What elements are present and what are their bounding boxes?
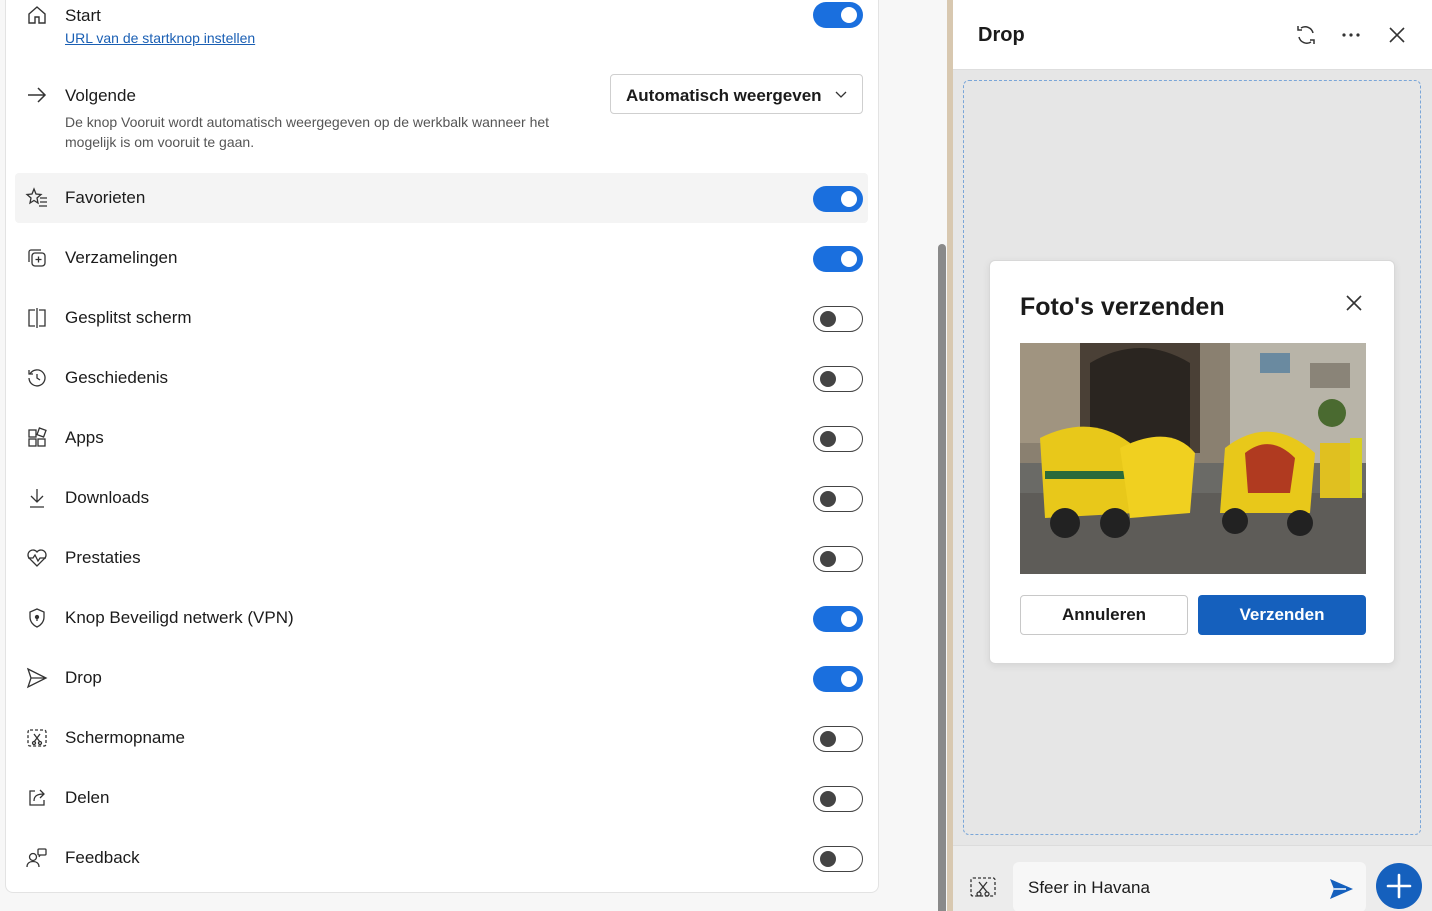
apps-icon (28, 427, 47, 447)
screenshot-icon (27, 729, 47, 747)
setting-label: Knop Beveiligd netwerk (VPN) (65, 608, 294, 627)
setting-label: Downloads (65, 488, 150, 507)
setting-label: Geschiedenis (65, 368, 169, 387)
share-toggle[interactable] (813, 786, 863, 812)
start-toggle[interactable] (813, 2, 863, 28)
setting-next-description: De knop Vooruit wordt automatisch weerge… (65, 114, 550, 150)
setting-apps: Apps (15, 413, 868, 463)
share-icon (29, 789, 45, 806)
setting-label: Delen (65, 788, 110, 807)
performance-toggle[interactable] (813, 546, 863, 572)
setting-label: Schermopname (65, 728, 186, 747)
setting-split-screen: Gesplitst scherm (15, 293, 868, 343)
sync-icon[interactable] (1293, 22, 1319, 48)
setting-performance: Prestaties (15, 533, 868, 583)
screenshot-icon[interactable] (969, 875, 997, 901)
setting-screenshot: Schermopname (15, 713, 868, 763)
setting-start: Start URL van de startknop instellen (15, 0, 868, 55)
setting-downloads: Downloads (15, 473, 868, 523)
setting-label: Drop (65, 668, 102, 687)
drop-panel-title: Drop (978, 24, 1025, 46)
setting-favorites: Favorieten (15, 173, 868, 223)
chevron-down-icon (835, 91, 847, 98)
arrow-right-icon (28, 87, 47, 103)
setting-label: Feedback (65, 848, 140, 867)
cuba-taxi-photo (1020, 343, 1366, 574)
photo-preview (1020, 343, 1366, 574)
screenshot-toggle[interactable] (813, 726, 863, 752)
setting-start-label: Start (65, 6, 101, 25)
setting-next: Volgende De knop Vooruit wordt automatis… (15, 72, 868, 162)
send-icon (26, 667, 48, 689)
close-icon[interactable] (1384, 22, 1410, 48)
collections-icon (28, 249, 46, 267)
setting-label: Favorieten (65, 188, 146, 207)
setting-label: Apps (65, 428, 104, 447)
feedback-icon (26, 848, 47, 868)
message-input[interactable]: Sfeer in Havana (1013, 862, 1366, 911)
favorites-toggle[interactable] (813, 186, 863, 212)
setting-label: Gesplitst scherm (65, 308, 192, 327)
history-toggle[interactable] (813, 366, 863, 392)
vpn-toggle[interactable] (813, 606, 863, 632)
split-screen-toggle[interactable] (813, 306, 863, 332)
download-icon (30, 489, 44, 508)
cancel-button[interactable]: Annuleren (1020, 595, 1188, 635)
setting-label: Prestaties (65, 548, 141, 567)
message-text: Sfeer in Havana (1028, 878, 1150, 897)
setting-history: Geschiedenis (15, 353, 868, 403)
dialog-close-icon[interactable] (1344, 293, 1364, 313)
feedback-toggle[interactable] (813, 846, 863, 872)
split-screen-icon (28, 308, 46, 328)
dropdown-value: Automatisch weergeven (626, 86, 822, 105)
drop-panel: Drop Foto's verzenden Annuleren Verzende… (953, 0, 1432, 911)
send-button[interactable]: Verzenden (1198, 595, 1366, 635)
history-icon (28, 369, 46, 387)
more-options-icon[interactable] (1338, 22, 1364, 48)
send-message-icon[interactable] (1328, 877, 1354, 901)
plus-icon (1386, 873, 1412, 899)
setting-feedback: Feedback (15, 833, 868, 883)
performance-icon (27, 549, 47, 567)
dialog-title: Foto's verzenden (1020, 293, 1225, 321)
setting-label: Verzamelingen (65, 248, 178, 267)
setting-vpn: Knop Beveiligd netwerk (VPN) (15, 593, 868, 643)
setting-collections: Verzamelingen (15, 233, 868, 283)
favorites-icon (25, 187, 47, 207)
setting-next-label: Volgende (65, 86, 136, 105)
collections-toggle[interactable] (813, 246, 863, 272)
shield-icon (29, 608, 45, 628)
drop-toggle[interactable] (813, 666, 863, 692)
next-button-dropdown[interactable]: Automatisch weergeven (610, 74, 863, 114)
compose-bar: Sfeer in Havana (953, 845, 1432, 911)
setting-drop: Drop (15, 653, 868, 703)
downloads-toggle[interactable] (813, 486, 863, 512)
apps-toggle[interactable] (813, 426, 863, 452)
add-button[interactable] (1376, 863, 1422, 909)
drop-panel-header: Drop (953, 0, 1432, 70)
home-icon (28, 6, 46, 24)
send-photos-dialog: Foto's verzenden Annuleren Verzenden (989, 260, 1395, 664)
start-url-link[interactable]: URL van de startknop instellen (65, 30, 255, 46)
setting-share: Delen (15, 773, 868, 823)
scrollbar-thumb[interactable] (938, 244, 946, 911)
